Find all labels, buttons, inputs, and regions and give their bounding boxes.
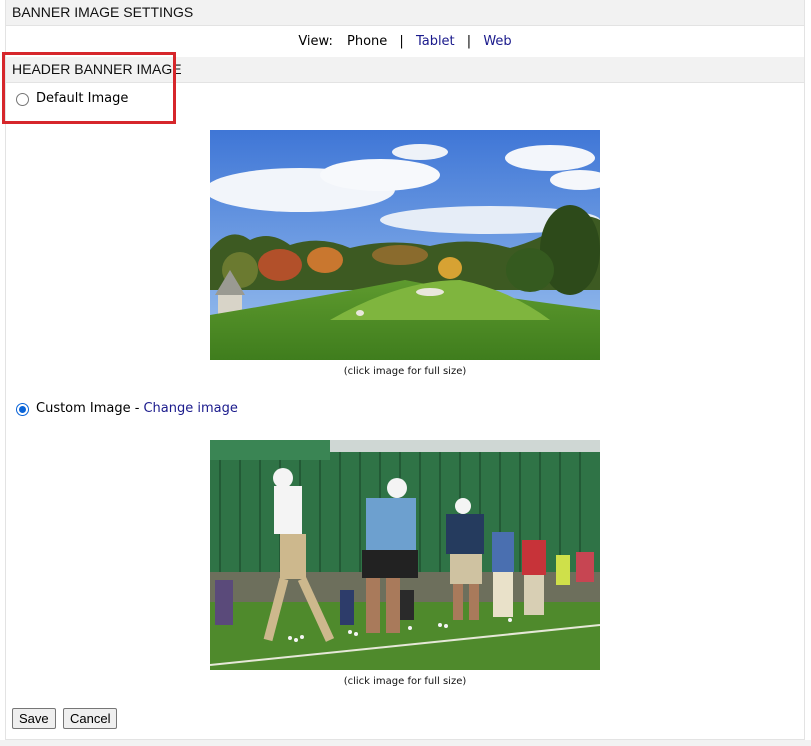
settings-panel: BANNER IMAGE SETTINGS View: Phone | Tabl…	[2, 0, 805, 740]
custom-image-radio[interactable]	[16, 402, 29, 416]
save-button[interactable]: Save	[12, 708, 56, 729]
banner-settings-header: BANNER IMAGE SETTINGS	[6, 0, 804, 26]
view-label: View:	[298, 34, 333, 49]
default-image-option[interactable]: Default Image	[16, 91, 128, 107]
view-separator: |	[466, 34, 472, 49]
header-banner-section-header: HEADER BANNER IMAGE	[6, 57, 804, 83]
page-footer-strip	[0, 740, 811, 746]
banner-settings-title: BANNER IMAGE SETTINGS	[12, 4, 194, 20]
view-switcher: View: Phone | Tablet | Web	[6, 33, 804, 51]
view-option-web[interactable]: Web	[483, 34, 511, 49]
custom-image-option[interactable]: Custom Image - Change image	[16, 401, 238, 417]
view-option-phone: Phone	[346, 34, 388, 49]
cancel-button[interactable]: Cancel	[63, 708, 118, 729]
default-image-caption: (click image for full size)	[343, 366, 467, 377]
default-image-label: Default Image	[36, 91, 129, 106]
custom-banner-image[interactable]	[210, 440, 600, 670]
custom-image-label: Custom Image -	[36, 401, 140, 416]
default-banner-image[interactable]	[210, 130, 600, 360]
default-image-radio[interactable]	[16, 92, 29, 106]
view-option-tablet[interactable]: Tablet	[416, 34, 455, 49]
view-separator: |	[399, 34, 404, 49]
custom-image-caption: (click image for full size)	[343, 676, 467, 687]
change-image-link[interactable]: Change image	[143, 401, 237, 417]
header-banner-title: HEADER BANNER IMAGE	[12, 61, 182, 77]
